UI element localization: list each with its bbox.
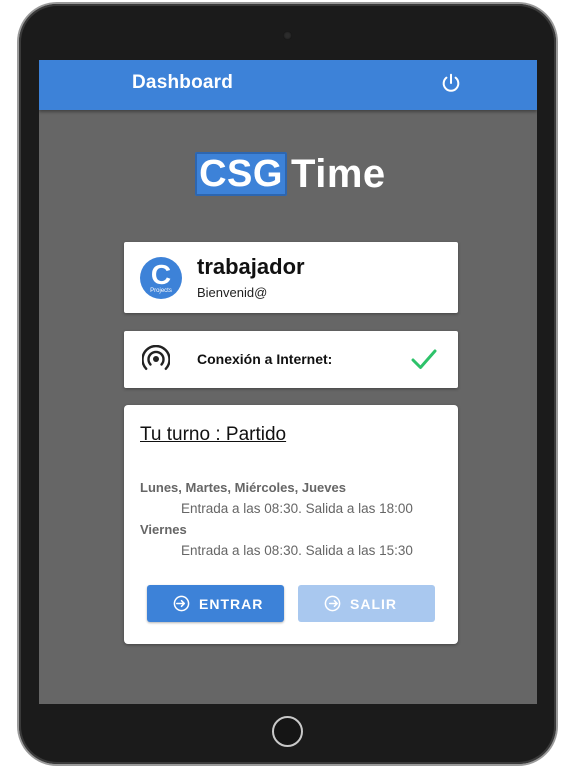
avatar-letter: C (150, 259, 172, 290)
connection-label: Conexión a Internet: (197, 351, 333, 367)
user-card: C Projects trabajador Bienvenid@ (124, 242, 458, 313)
check-icon (411, 349, 437, 369)
logout-icon (324, 595, 341, 612)
home-button[interactable] (272, 716, 303, 747)
page-title: Dashboard (132, 72, 234, 93)
user-name: trabajador (197, 254, 305, 279)
enter-button-label: ENTRAR (199, 596, 264, 612)
avatar: C Projects (140, 257, 182, 299)
user-greeting: Bienvenid@ (197, 285, 268, 300)
enter-button[interactable]: ENTRAR (147, 585, 284, 622)
connection-card: Conexión a Internet: (124, 331, 458, 388)
schedule-hours: Entrada a las 08:30. Salida a las 15:30 (181, 543, 413, 558)
logo-text-csg: CSG (199, 153, 283, 195)
schedule-days: Lunes, Martes, Miércoles, Jueves (140, 480, 346, 495)
app-screen: Dashboard CSG Time C Projects trabajador… (39, 60, 537, 704)
shift-title: Tu turno : Partido (140, 424, 287, 445)
exit-button[interactable]: SALIR (298, 585, 435, 622)
shift-card: Tu turno : Partido Lunes, Martes, Miérco… (124, 405, 458, 644)
csgtime-logo: CSG Time (195, 152, 395, 196)
tablet-frame: Dashboard CSG Time C Projects trabajador… (19, 4, 556, 764)
exit-button-label: SALIR (350, 596, 397, 612)
front-camera (283, 31, 292, 40)
login-icon (173, 595, 190, 612)
logo-text-time: Time (291, 152, 386, 196)
signal-icon (142, 345, 170, 370)
schedule-days: Viernes (140, 522, 187, 537)
avatar-subtitle: Projects (150, 288, 172, 294)
app-bar: Dashboard (39, 60, 537, 110)
power-icon[interactable] (440, 72, 462, 94)
schedule-hours: Entrada a las 08:30. Salida a las 18:00 (181, 501, 413, 516)
